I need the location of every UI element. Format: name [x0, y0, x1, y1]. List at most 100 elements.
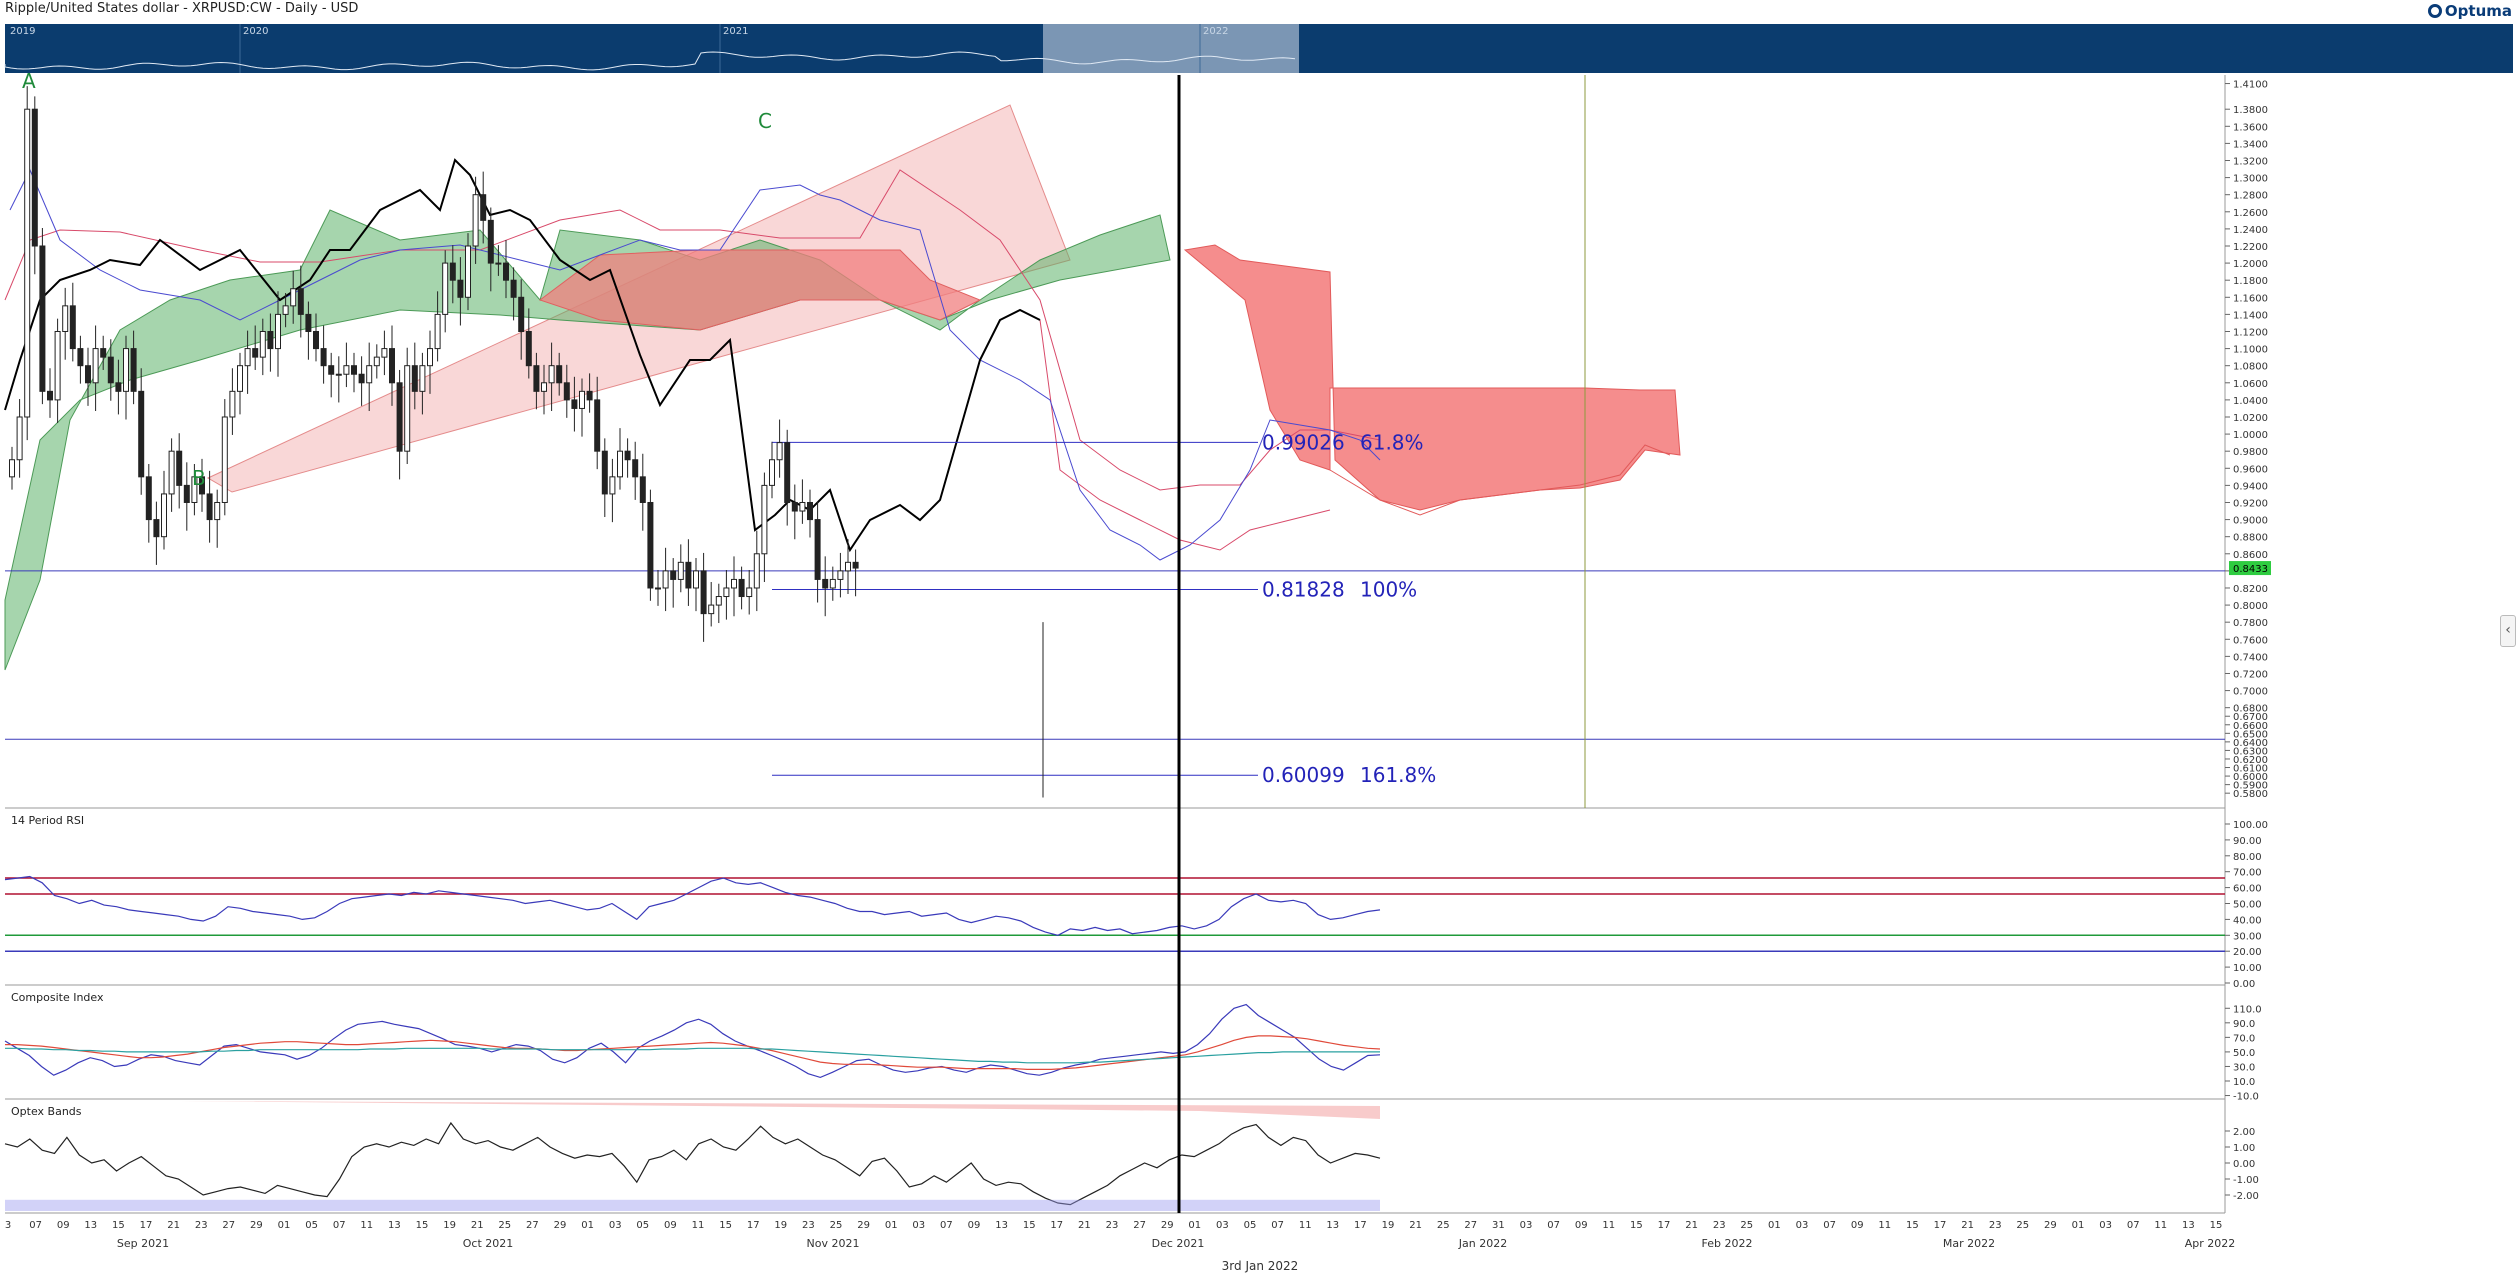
candle[interactable]	[753, 553, 760, 589]
candle[interactable]	[411, 365, 418, 392]
candle[interactable]	[563, 382, 570, 401]
candle[interactable]	[518, 296, 525, 332]
candle[interactable]	[845, 561, 851, 572]
price-pane[interactable]: 0.99026 61.8% 0.81828 100% 0.60099 161.8% A B C	[4, 69, 2225, 798]
candle[interactable]	[138, 390, 145, 478]
candle[interactable]	[419, 365, 426, 392]
candle[interactable]	[85, 365, 91, 384]
candle[interactable]	[571, 399, 578, 409]
candle[interactable]	[214, 501, 221, 521]
chart-canvas[interactable]: 2019 2020 2021 2022 0.99026 61.8% 0.81828 1…	[0, 0, 2518, 1284]
candle[interactable]	[442, 262, 449, 315]
candle[interactable]	[335, 373, 342, 376]
candle[interactable]	[693, 570, 699, 589]
candle[interactable]	[647, 501, 654, 589]
overview-selection[interactable]	[1043, 24, 1299, 73]
candle[interactable]	[389, 348, 395, 384]
candle[interactable]	[183, 484, 190, 503]
rsi-pane[interactable]: 100.00 90.00 80.00 70.00 60.00 50.00 40.00 30.0…	[4, 820, 2268, 990]
candle[interactable]	[427, 348, 433, 367]
optex-bands-pane[interactable]: 2.00 1.00 0.00 -1.00 -2.00	[4, 1101, 2259, 1211]
candle[interactable]	[746, 587, 753, 598]
candle[interactable]	[130, 348, 137, 392]
candle[interactable]	[525, 330, 532, 367]
candle[interactable]	[556, 365, 563, 384]
candle[interactable]	[404, 365, 411, 452]
candle[interactable]	[776, 442, 783, 461]
candle[interactable]	[852, 561, 859, 569]
candle[interactable]	[123, 348, 129, 392]
candle[interactable]	[77, 348, 84, 367]
candle[interactable]	[275, 313, 281, 350]
overview-navigator[interactable]: 2019 2020 2021 2022	[4, 24, 2513, 73]
candle[interactable]	[396, 382, 403, 452]
candle[interactable]	[62, 305, 69, 332]
composite-index-pane[interactable]: 110.0 90.0 70.0 50.0 30.0 10.0 -10.0	[4, 1003, 2262, 1103]
candle[interactable]	[708, 604, 715, 615]
candle[interactable]	[229, 390, 236, 418]
candle[interactable]	[715, 596, 722, 606]
candle[interactable]	[115, 382, 122, 392]
candle[interactable]	[434, 313, 441, 350]
candle[interactable]	[632, 459, 639, 478]
candle[interactable]	[161, 493, 167, 538]
candle[interactable]	[153, 519, 160, 538]
candle[interactable]	[237, 365, 243, 392]
candle[interactable]	[541, 382, 547, 392]
candle[interactable]	[579, 390, 585, 409]
candle[interactable]	[723, 587, 730, 598]
candle[interactable]	[9, 459, 15, 478]
candle[interactable]	[617, 450, 623, 478]
ichimoku-cloud-future[interactable]	[1183, 244, 1681, 511]
candle[interactable]	[799, 501, 806, 512]
candle[interactable]	[685, 561, 692, 589]
candle[interactable]	[282, 305, 289, 315]
candle[interactable]	[495, 262, 502, 265]
candle[interactable]	[328, 365, 335, 375]
candle[interactable]	[107, 356, 114, 384]
candle[interactable]	[472, 194, 479, 247]
candle[interactable]	[609, 476, 616, 495]
candle[interactable]	[290, 288, 297, 307]
candle[interactable]	[100, 348, 107, 358]
candle[interactable]	[145, 476, 152, 521]
candle[interactable]	[373, 356, 380, 367]
candle[interactable]	[24, 108, 31, 418]
candle[interactable]	[343, 365, 350, 375]
candle[interactable]	[221, 416, 228, 503]
candle[interactable]	[548, 365, 555, 384]
candle[interactable]	[480, 194, 487, 221]
candle[interactable]	[624, 450, 631, 461]
candle[interactable]	[655, 587, 661, 590]
candle[interactable]	[176, 450, 183, 486]
candle[interactable]	[731, 578, 737, 589]
candle[interactable]	[822, 578, 829, 589]
candle[interactable]	[837, 570, 844, 580]
candle[interactable]	[639, 476, 646, 503]
candle[interactable]	[449, 262, 456, 281]
candle[interactable]	[829, 578, 836, 589]
candle[interactable]	[16, 416, 23, 461]
candle[interactable]	[814, 519, 821, 580]
candle[interactable]	[259, 330, 266, 358]
candle[interactable]	[297, 288, 304, 315]
candle[interactable]	[267, 330, 274, 350]
candle[interactable]	[791, 501, 798, 512]
candle[interactable]	[457, 279, 464, 298]
candle[interactable]	[320, 348, 327, 367]
candle[interactable]	[586, 390, 593, 401]
candle[interactable]	[784, 442, 791, 503]
candle[interactable]	[738, 578, 745, 598]
candle[interactable]	[168, 450, 175, 495]
candle[interactable]	[761, 484, 768, 555]
candle[interactable]	[366, 365, 373, 384]
candle[interactable]	[594, 399, 601, 452]
candle[interactable]	[54, 330, 61, 401]
candle[interactable]	[601, 450, 608, 495]
candle[interactable]	[487, 219, 494, 264]
candle[interactable]	[305, 313, 312, 332]
candle[interactable]	[503, 262, 509, 281]
candle[interactable]	[31, 108, 38, 247]
candle[interactable]	[807, 501, 813, 521]
candle[interactable]	[510, 279, 517, 298]
